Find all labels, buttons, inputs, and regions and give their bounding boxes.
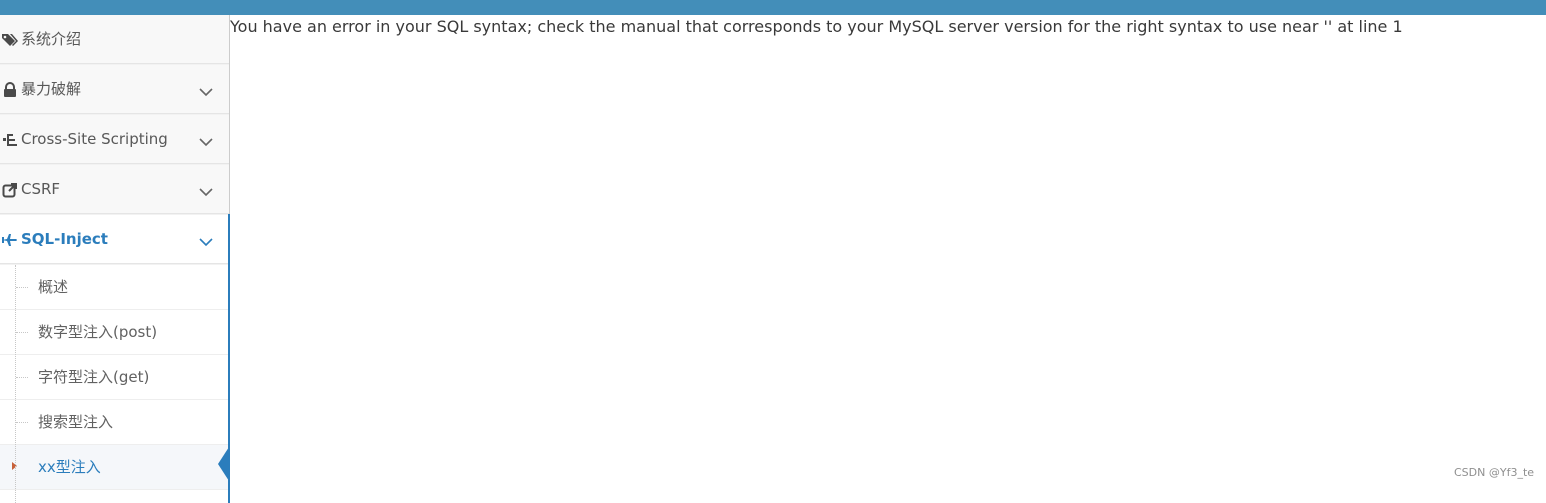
sidebar-item-sql-inject[interactable]: SQL-Inject bbox=[0, 215, 229, 264]
chevron-down-icon[interactable] bbox=[199, 133, 213, 151]
submenu-item-label: xx型注入 bbox=[38, 458, 101, 476]
tree-icon bbox=[1, 131, 19, 149]
submenu-item-label: 概述 bbox=[38, 278, 69, 296]
chevron-down-icon[interactable] bbox=[199, 183, 213, 201]
submenu-item-xx[interactable]: xx型注入 bbox=[0, 445, 229, 490]
submenu-item-overview[interactable]: 概述 bbox=[0, 265, 228, 310]
sidebar-item-xss[interactable]: Cross-Site Scripting bbox=[0, 115, 229, 164]
chevron-down-icon[interactable] bbox=[199, 233, 213, 251]
tree-connector bbox=[16, 377, 28, 378]
sidebar-item-system-intro[interactable]: 系统介绍 bbox=[0, 15, 229, 64]
sidebar-item-label: Cross-Site Scripting bbox=[21, 130, 168, 148]
sidebar-item-label: CSRF bbox=[21, 180, 61, 198]
tags-icon bbox=[1, 31, 19, 49]
sidebar-item-label: 暴力破解 bbox=[21, 80, 82, 98]
chevron-down-icon[interactable] bbox=[199, 83, 213, 101]
submenu-item-label: 搜索型注入 bbox=[38, 413, 114, 431]
sidebar-item-csrf[interactable]: CSRF bbox=[0, 165, 229, 214]
sidebar: 系统介绍 暴力破解 Cross-Site Scripting CSRF SQL-… bbox=[0, 15, 230, 503]
sql-error-message: You have an error in your SQL syntax; ch… bbox=[230, 17, 1403, 36]
submenu-tree-line bbox=[15, 265, 16, 503]
watermark: CSDN @Yf3_te bbox=[1454, 466, 1535, 479]
plane-icon bbox=[1, 231, 19, 249]
submenu-item-search[interactable]: 搜索型注入 bbox=[0, 400, 228, 445]
submenu-item-label: 字符型注入(get) bbox=[38, 368, 150, 386]
tree-connector bbox=[16, 287, 28, 288]
submenu-item-string-get[interactable]: 字符型注入(get) bbox=[0, 355, 228, 400]
tree-connector bbox=[16, 422, 28, 423]
top-navbar bbox=[0, 0, 1546, 15]
submenu-item-numeric-post[interactable]: 数字型注入(post) bbox=[0, 310, 228, 355]
submenu-item-label: 数字型注入(post) bbox=[38, 323, 158, 341]
active-menu-edge bbox=[228, 214, 230, 503]
lock-icon bbox=[1, 81, 19, 99]
sidebar-item-label: SQL-Inject bbox=[21, 230, 108, 248]
sidebar-item-label: 系统介绍 bbox=[21, 30, 82, 48]
sidebar-item-brute-force[interactable]: 暴力破解 bbox=[0, 65, 229, 114]
external-link-icon bbox=[1, 181, 19, 199]
tree-connector bbox=[16, 332, 28, 333]
